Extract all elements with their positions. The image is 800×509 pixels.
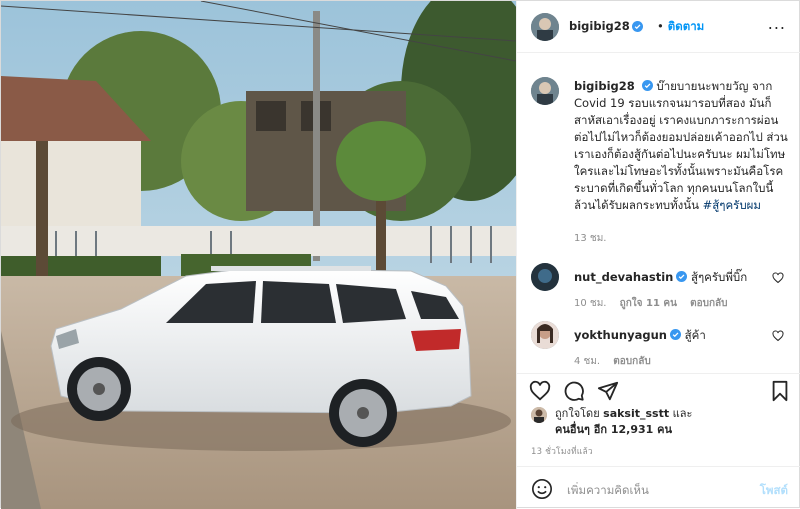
liked-by-user[interactable]: saksit_sstt: [603, 407, 669, 420]
bookmark-icon[interactable]: [769, 380, 791, 402]
comment-icon[interactable]: [563, 380, 585, 402]
comment-body: yokthunyagun สู้ค้า: [574, 327, 706, 345]
comment-username[interactable]: yokthunyagun: [574, 328, 667, 342]
header-username[interactable]: bigibig28: [569, 19, 630, 33]
comment-meta: 10 ชม. ถูกใจ 11 คน ตอบกลับ: [574, 296, 738, 311]
more-icon[interactable]: ...: [768, 14, 786, 33]
likes-count[interactable]: คนอื่นๆ อีก 12,931 คน: [555, 423, 672, 436]
comment-likes[interactable]: ถูกใจ 11 คน: [620, 298, 677, 309]
post-caption: bigibig28 บ๊ายบายนะพายวัญ จาก Covid 19 ร…: [574, 78, 789, 214]
heart-icon[interactable]: [772, 330, 784, 342]
comment-item: nut_devahastin สู้ๆครับพี่บิ๊ก 10 ชม. ถู…: [517, 263, 800, 323]
follow-button[interactable]: • ติดตาม: [657, 18, 704, 36]
comment-text: สู้ๆครับพี่บิ๊ก: [690, 270, 748, 284]
comment-item: yokthunyagun สู้ค้า 4 ชม. ตอบกลับ: [517, 321, 800, 381]
likes-line-1: ถูกใจโดย saksit_sstt และ: [555, 406, 692, 422]
comment-time: 4 ชม.: [574, 356, 601, 367]
reply-button[interactable]: ตอบกลับ: [613, 356, 650, 367]
verified-icon: [641, 80, 653, 91]
liked-by-prefix: ถูกใจโดย: [555, 407, 600, 420]
caption-avatar[interactable]: [531, 77, 559, 105]
caption-time: 13 ชม.: [574, 233, 607, 244]
post-header: bigibig28 • ติดตาม ...: [517, 1, 800, 53]
comment-text: สู้ค้า: [684, 328, 706, 342]
comments-area[interactable]: bigibig28 บ๊ายบายนะพายวัญ จาก Covid 19 ร…: [517, 53, 800, 373]
likes-line-2: คนอื่นๆ อีก 12,931 คน: [555, 422, 672, 438]
liked-by-and: และ: [672, 407, 693, 420]
liker-avatar[interactable]: [531, 407, 547, 423]
commenter-avatar[interactable]: [531, 263, 559, 291]
post-side-panel: bigibig28 • ติดตาม ... bigibig28 บ๊ายบายน…: [516, 1, 800, 509]
emoji-icon[interactable]: [531, 478, 553, 500]
car-photo-image: [1, 1, 516, 509]
post-timestamp[interactable]: 13 ชั่วโมงที่แล้ว: [531, 444, 593, 458]
reply-button[interactable]: ตอบกลับ: [690, 298, 727, 309]
post-photo[interactable]: [1, 1, 516, 509]
comment-username[interactable]: nut_devahastin: [574, 270, 673, 284]
follow-separator: •: [657, 19, 664, 33]
comment-time: 10 ชม.: [574, 298, 607, 309]
verified-icon: [669, 329, 681, 340]
action-bar: [517, 373, 800, 405]
caption-username[interactable]: bigibig28: [574, 79, 635, 93]
post-comment-button[interactable]: โพสต์: [760, 482, 788, 500]
verified-icon: [632, 21, 643, 32]
caption-text: บ๊ายบายนะพายวัญ จาก Covid 19 รอบแรกจนมาร…: [574, 79, 788, 212]
follow-label: ติดตาม: [667, 19, 705, 33]
add-comment-bar: เพิ่มความคิดเห็น โพสต์: [517, 466, 800, 509]
heart-icon[interactable]: [772, 272, 784, 284]
comment-input[interactable]: เพิ่มความคิดเห็น: [567, 482, 649, 500]
comment-meta: 4 ชม. ตอบกลับ: [574, 354, 661, 369]
commenter-avatar[interactable]: [531, 321, 559, 349]
heart-icon[interactable]: [529, 380, 551, 402]
comment-body: nut_devahastin สู้ๆครับพี่บิ๊ก: [574, 269, 747, 287]
share-icon[interactable]: [597, 380, 619, 402]
caption-hashtag[interactable]: #สู้ๆครับผม: [703, 198, 761, 212]
verified-icon: [676, 271, 688, 282]
instagram-post: bigibig28 • ติดตาม ... bigibig28 บ๊ายบายน…: [0, 0, 800, 509]
avatar[interactable]: [531, 13, 559, 41]
